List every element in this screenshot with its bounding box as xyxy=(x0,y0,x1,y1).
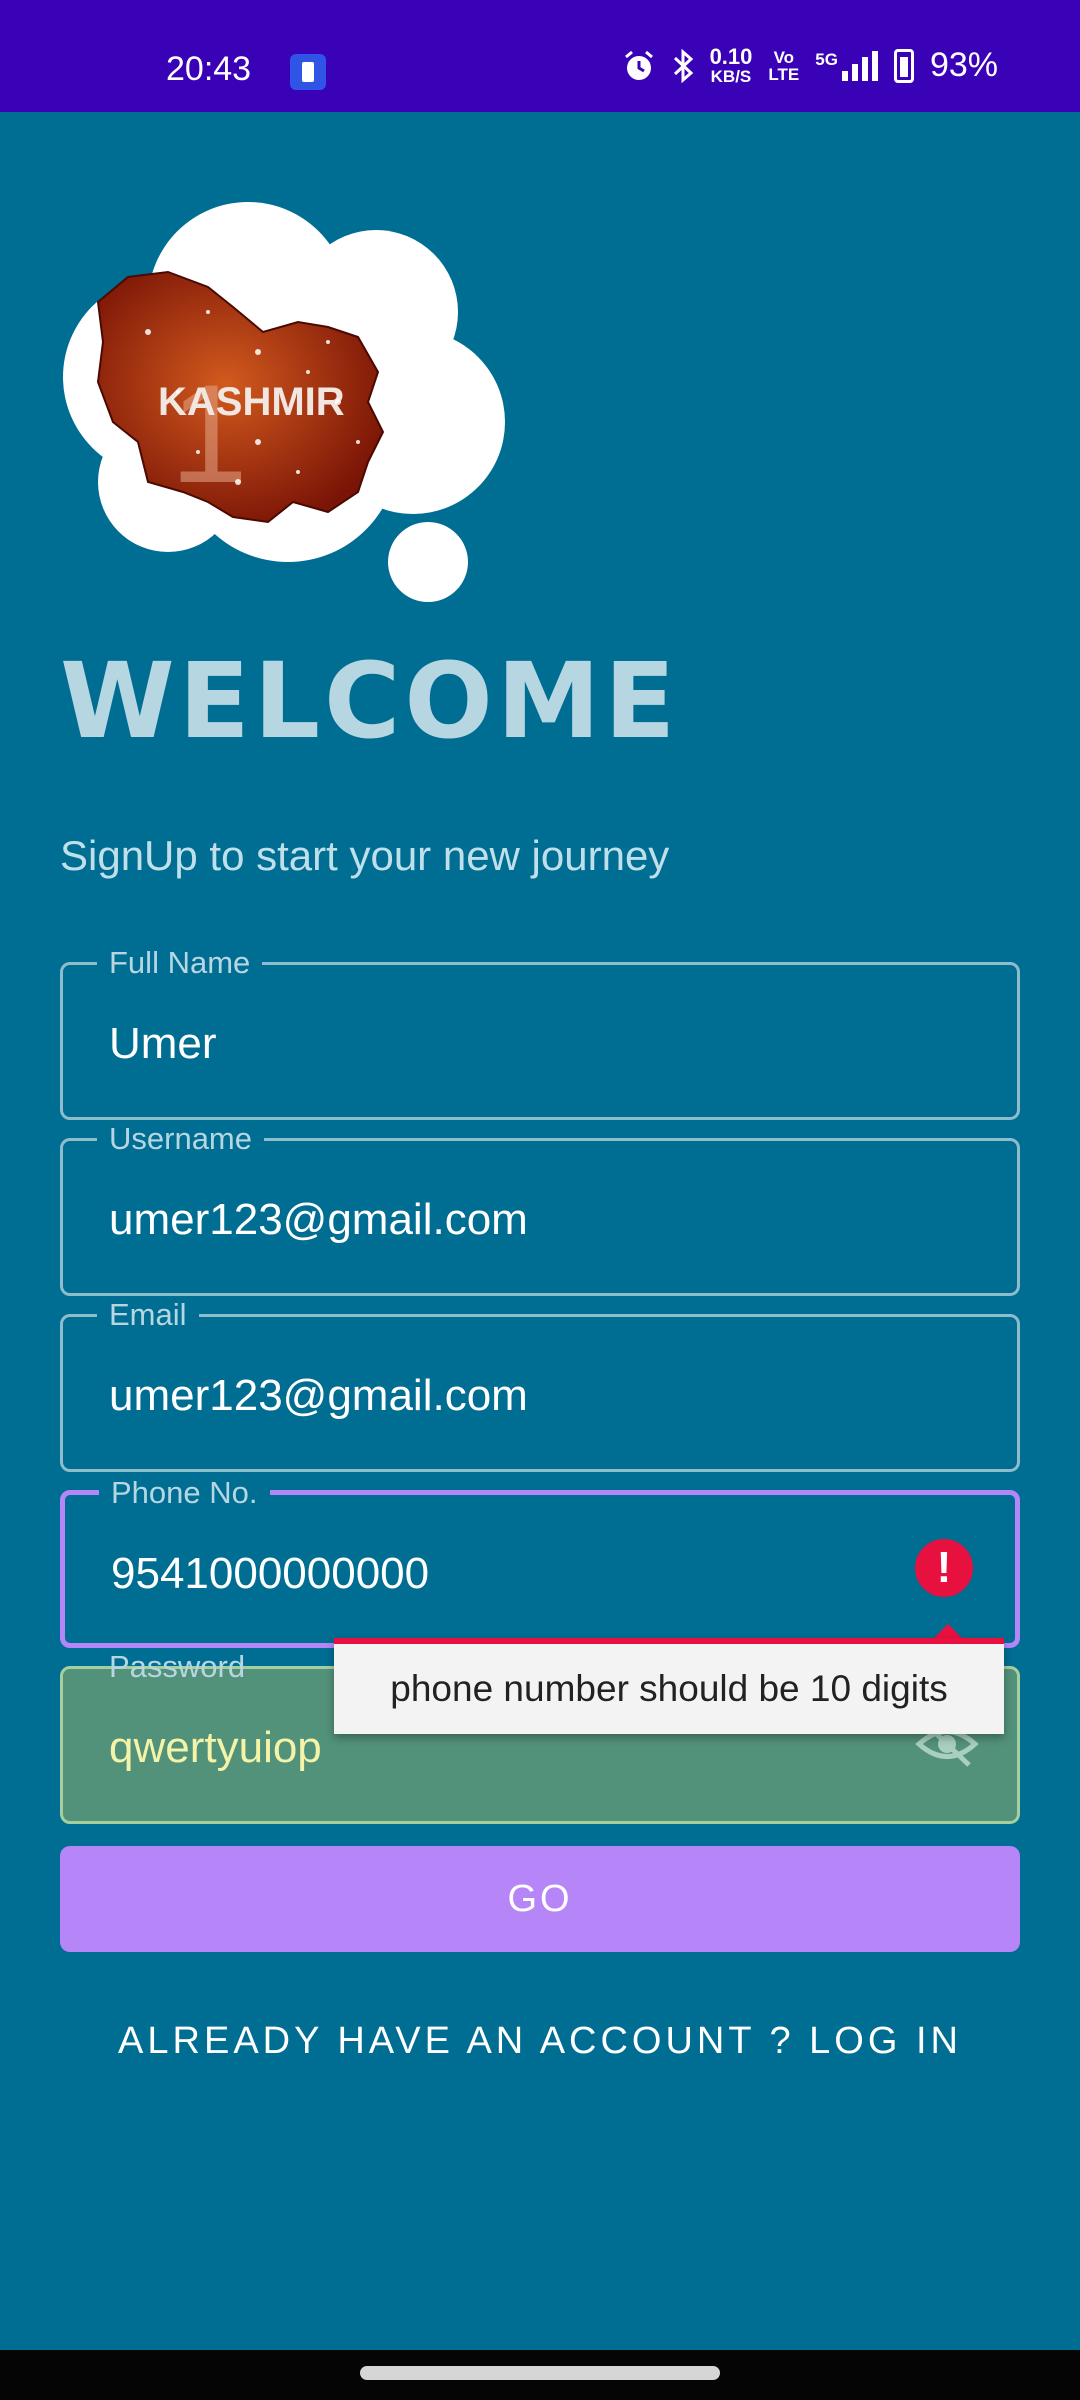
password-value: qwertyuiop xyxy=(109,1723,322,1772)
network-type: 5G xyxy=(815,49,838,69)
torch-notification-icon xyxy=(290,54,326,90)
status-time: 20:43 xyxy=(166,50,252,88)
email-field[interactable]: Email umer123@gmail.com xyxy=(60,1297,1020,1472)
status-bar: 20:43 0.10 KB/S Vo LTE 5G 93% xyxy=(0,0,1080,112)
alarm-icon xyxy=(624,50,653,80)
bluetooth-icon xyxy=(673,48,693,83)
full-name-field[interactable]: Full Name Umer xyxy=(60,945,1020,1120)
kashmir-logo: 1 KASHMIR xyxy=(63,202,505,602)
email-label: Email xyxy=(97,1297,199,1333)
error-icon[interactable]: ! xyxy=(915,1539,973,1597)
phone-value: 9541000000000 xyxy=(111,1549,430,1598)
username-label: Username xyxy=(97,1121,264,1157)
signal-bars-icon xyxy=(841,50,878,81)
go-button[interactable]: GO xyxy=(60,1846,1020,1952)
net-speed: 0.10 KB/S xyxy=(709,44,753,86)
home-gesture-handle[interactable] xyxy=(360,2366,720,2380)
volte-indicator: Vo LTE xyxy=(768,47,800,84)
status-icons: 0.10 KB/S Vo LTE 5G 93% xyxy=(622,46,998,85)
full-name-label: Full Name xyxy=(97,945,263,981)
signup-subtitle: SignUp to start your new journey xyxy=(60,832,670,879)
error-popup: phone number should be 10 digits xyxy=(334,1638,1004,1734)
logo-text: KASHMIR xyxy=(158,380,345,424)
username-field[interactable]: Username umer123@gmail.com xyxy=(60,1121,1020,1296)
login-link[interactable]: ALREADY HAVE AN ACCOUNT ? LOG IN xyxy=(0,2020,1080,2063)
welcome-title: WELCOME xyxy=(60,640,680,762)
email-value: umer123@gmail.com xyxy=(109,1371,528,1420)
username-value: umer123@gmail.com xyxy=(109,1195,528,1244)
phone-field[interactable]: Phone No. 9541000000000 ! xyxy=(60,1475,1020,1648)
full-name-value: Umer xyxy=(109,1019,217,1068)
battery-icon xyxy=(893,48,914,83)
phone-label: Phone No. xyxy=(99,1475,270,1511)
battery-percent: 93% xyxy=(929,46,998,84)
password-label: Password xyxy=(109,1649,246,1684)
logo-number: 1 xyxy=(170,355,248,512)
signal-indicator: 5G xyxy=(815,49,878,81)
